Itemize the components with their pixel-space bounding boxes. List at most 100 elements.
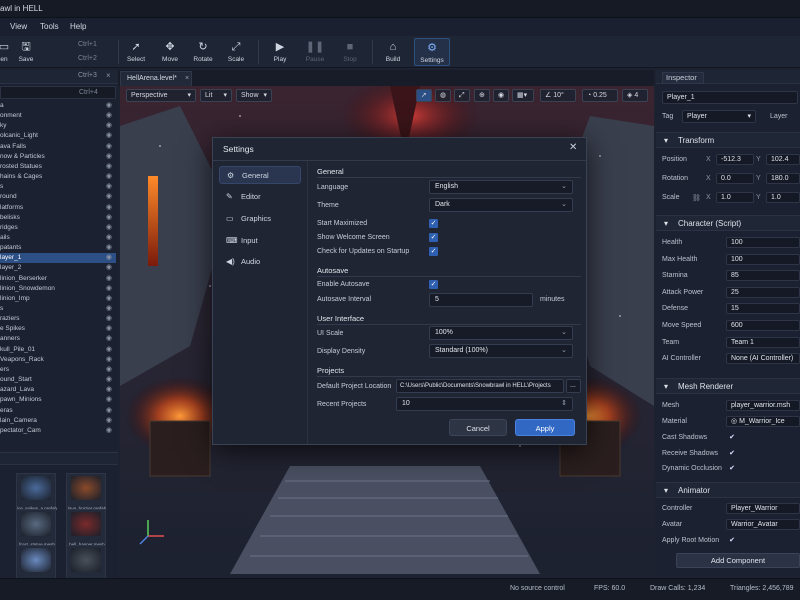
show-dropdown[interactable]: Show ▾ [236, 89, 272, 102]
enable-autosave-checkbox[interactable]: ✓ [429, 280, 438, 289]
asset-tile[interactable]: lava_brazier.prefab [66, 473, 106, 513]
eye-icon[interactable]: ◉ [106, 243, 112, 253]
hierarchy-item[interactable]: linion_Snowdemon ◉ [0, 284, 116, 294]
eye-icon[interactable]: ◉ [106, 426, 112, 436]
crosshair-icon[interactable]: ⊕ [474, 89, 490, 102]
transform-section[interactable]: ▾ Transform [656, 132, 800, 148]
nav-input[interactable]: ⌨ Input [219, 232, 301, 250]
hierarchy-item[interactable]: e Spikes ◉ [0, 324, 116, 334]
hierarchy-item[interactable]: round ◉ [0, 192, 116, 202]
hierarchy-item[interactable]: ound_Start ◉ [0, 375, 116, 385]
hierarchy-search[interactable]: Ctrl+4 [0, 86, 116, 99]
position-x-field[interactable]: -512.3 [716, 154, 754, 165]
snap-scale[interactable]: ◔ 0.25 [582, 89, 618, 102]
hierarchy-item[interactable]: layer_1 ◉ [0, 253, 116, 264]
shading-dropdown[interactable]: Lit ▾ [200, 89, 232, 102]
hierarchy-item[interactable]: linion_Imp ◉ [0, 294, 116, 304]
eye-icon[interactable]: ◉ [106, 233, 112, 243]
eye-icon[interactable]: ◉ [106, 142, 112, 152]
eye-icon[interactable]: ◉ [106, 182, 112, 192]
pause-button[interactable]: ❚❚ Pause [297, 38, 333, 66]
hierarchy-item[interactable]: eras ◉ [0, 406, 116, 416]
object-name-field[interactable]: Player_1 [662, 91, 798, 104]
close-icon[interactable]: × [106, 71, 111, 80]
menu-help[interactable]: Help [70, 22, 86, 31]
eye-icon[interactable]: ◉ [106, 395, 112, 405]
browse-button[interactable]: ... [566, 379, 581, 393]
rotate-tool-button[interactable]: ↻ Rotate [185, 38, 221, 66]
animator-section[interactable]: ▾ Animator [656, 482, 800, 498]
eye-icon[interactable]: ◉ [106, 223, 112, 233]
hierarchy-item[interactable]: olcanic_Light ◉ [0, 131, 116, 141]
recent-projects-stepper[interactable]: 10 ⇕ [396, 397, 573, 411]
layers-count[interactable]: ◈ 4 [622, 89, 648, 102]
close-icon[interactable]: ✕ [569, 142, 577, 153]
hierarchy-item[interactable]: pawn_Minions ◉ [0, 395, 116, 405]
controller-field[interactable]: Player_Warrior [726, 503, 800, 514]
select-tool-button[interactable]: ➚ Select [118, 38, 154, 66]
hierarchy-item[interactable]: latforms ◉ [0, 203, 116, 213]
eye-icon[interactable]: ◉ [106, 304, 112, 314]
hierarchy-item[interactable]: ridges ◉ [0, 223, 116, 233]
nav-audio[interactable]: ◀) Audio [219, 253, 301, 271]
save-button[interactable]: 🖫 Save [8, 38, 44, 66]
eye-icon[interactable]: ◉ [106, 263, 112, 273]
cast-shadows-checkbox[interactable]: ✔ [728, 434, 736, 442]
property-field[interactable]: 600 [726, 320, 800, 331]
hierarchy-item[interactable]: layer_2 ◉ [0, 263, 116, 273]
property-field[interactable]: 85 [726, 270, 800, 282]
eye-icon[interactable]: ◉ [106, 375, 112, 385]
eye-icon[interactable]: ◉ [106, 284, 112, 294]
eye-icon[interactable]: ◉ [106, 172, 112, 182]
select-mode-icon[interactable]: ➚ [416, 89, 432, 102]
hierarchy-item[interactable]: ky ◉ [0, 121, 116, 131]
mesh-field[interactable]: player_warrior.msh [726, 400, 800, 411]
nav-editor[interactable]: ✎ Editor [219, 188, 301, 206]
hierarchy-item[interactable]: pectator_Cam ◉ [0, 426, 116, 436]
eye-icon[interactable]: ◉ [106, 253, 112, 263]
scale-x-field[interactable]: 1.0 [716, 192, 754, 203]
snap-angle[interactable]: ∠ 10° [540, 89, 576, 102]
eye-icon[interactable]: ◉ [106, 111, 112, 121]
property-field[interactable]: None (AI Controller) [726, 353, 800, 365]
eye-icon[interactable]: ◉ [106, 162, 112, 172]
link-icon[interactable]: ⛓ [692, 194, 701, 202]
eye-icon[interactable]: ◉ [106, 152, 112, 162]
hierarchy-item[interactable]: onment ◉ [0, 111, 116, 121]
hierarchy-item[interactable]: now & Particles ◉ [0, 152, 116, 162]
hierarchy-item[interactable]: ails ◉ [0, 233, 116, 243]
nav-general[interactable]: ⚙ General [219, 166, 301, 184]
eye-icon[interactable]: ◉ [106, 355, 112, 365]
check-updates-checkbox[interactable]: ✓ [429, 247, 438, 256]
hierarchy-item[interactable]: rosted Statues ◉ [0, 162, 116, 172]
rotation-y-field[interactable]: 180.0 [766, 173, 800, 184]
start-maximized-checkbox[interactable]: ✓ [429, 219, 438, 228]
material-field[interactable]: ◎ M_Warrior_Ice [726, 416, 800, 427]
property-field[interactable]: 25 [726, 286, 800, 298]
asset-tile[interactable]: ice_spikes_a.prefab [16, 473, 57, 513]
eye-icon[interactable]: ◉ [106, 131, 112, 141]
hierarchy-item[interactable]: ava Falls ◉ [0, 142, 116, 152]
hierarchy-item[interactable]: belisks ◉ [0, 213, 116, 223]
settings-button[interactable]: ⚙ Settings [414, 38, 450, 66]
tab-hellarena[interactable]: HellArena.level* × [120, 71, 192, 86]
hierarchy-item[interactable]: s ◉ [0, 182, 116, 192]
add-component-button[interactable]: Add Component [676, 553, 800, 568]
eye-icon[interactable]: ◉ [106, 101, 112, 111]
eye-icon[interactable]: ◉ [106, 334, 112, 344]
eye-icon[interactable]: ◉ [106, 406, 112, 416]
eye-icon[interactable]: ◉ [106, 365, 112, 375]
tab-inspector[interactable]: Inspector [662, 72, 704, 84]
project-location-field[interactable]: C:\Users\Public\Documents\Snowbrawl in H… [396, 379, 564, 393]
nav-graphics[interactable]: ▭ Graphics [219, 210, 301, 228]
eye-icon[interactable]: ◉ [106, 314, 112, 324]
tag-dropdown[interactable]: Player ▾ [682, 110, 756, 123]
eye-icon[interactable]: ◉ [106, 385, 112, 395]
build-button[interactable]: ⌂ Build [375, 38, 411, 66]
language-dropdown[interactable]: English ⌄ [429, 180, 573, 194]
eye-icon[interactable]: ◉ [106, 324, 112, 334]
property-field[interactable]: Team 1 [726, 336, 800, 348]
hierarchy-item[interactable]: s ◉ [0, 304, 116, 314]
property-field[interactable]: 15 [726, 303, 800, 315]
position-y-field[interactable]: 102.4 [766, 154, 800, 165]
